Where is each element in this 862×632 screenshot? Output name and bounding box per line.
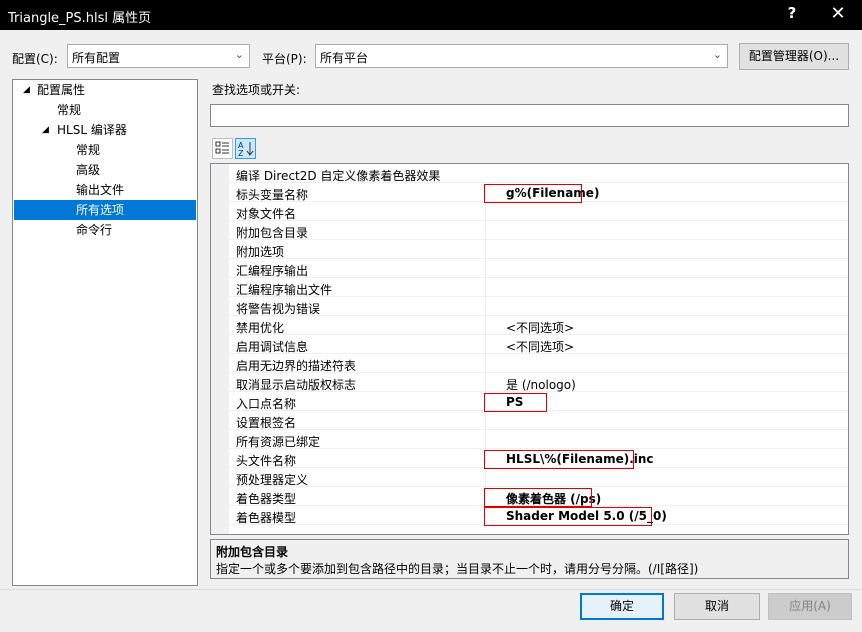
apply-button: 应用(A): [768, 593, 852, 620]
tree-item-advanced[interactable]: 高级: [76, 160, 100, 180]
property-row[interactable]: 对象文件名: [229, 202, 848, 221]
property-name: 附加选项: [236, 245, 285, 259]
grid-gutter: [211, 164, 229, 534]
platform-label: 平台(P):: [262, 52, 307, 66]
property-value[interactable]: <不同选项>: [506, 338, 574, 355]
property-name: 将警告视为错误: [236, 302, 321, 316]
expanded-triangle-icon[interactable]: ◢: [42, 125, 49, 135]
title-bar: Triangle_PS.hlsl 属性页 ? ✕: [0, 0, 862, 30]
property-grid: 编译 Direct2D 自定义像素着色器效果 标头变量名称 g%(Filename…: [210, 163, 849, 535]
property-value[interactable]: <不同选项>: [506, 319, 574, 336]
property-name: 附加包含目录: [236, 226, 309, 240]
property-tree: ◢ 配置属性 常规 ◢ HLSL 编译器 常规 高级 输出文件 所有选项 命令行: [12, 79, 198, 586]
tree-item-all-options[interactable]: 所有选项: [14, 200, 196, 220]
search-input[interactable]: [210, 104, 849, 127]
property-row[interactable]: 附加选项: [229, 240, 848, 259]
property-row[interactable]: 启用无边界的描述符表: [229, 354, 848, 373]
window-title: Triangle_PS.hlsl 属性页: [8, 11, 152, 26]
property-name: 着色器类型: [236, 492, 297, 506]
property-name: 禁用优化: [236, 321, 285, 335]
column-divider: [485, 335, 486, 354]
property-name: 取消显示启动版权标志: [236, 378, 357, 392]
property-name: 所有资源已绑定: [236, 435, 321, 449]
property-name: 预处理器定义: [236, 473, 309, 487]
highlight-box: [484, 393, 547, 412]
tree-item-output-files[interactable]: 输出文件: [76, 180, 124, 200]
column-divider: [485, 316, 486, 335]
svg-text:Z: Z: [238, 149, 244, 158]
property-row[interactable]: 汇编程序输出文件: [229, 278, 848, 297]
property-row[interactable]: 预处理器定义: [229, 468, 848, 487]
highlight-box: [484, 488, 592, 507]
config-dropdown[interactable]: 所有配置 ⌄: [67, 44, 250, 68]
tree-item-config-props[interactable]: 配置属性: [37, 80, 85, 100]
platform-dropdown[interactable]: 所有平台 ⌄: [315, 44, 728, 68]
highlight-box: [484, 507, 652, 526]
search-label: 查找选项或开关:: [212, 83, 301, 97]
column-divider: [485, 278, 486, 297]
column-divider: [485, 259, 486, 278]
property-row[interactable]: 所有资源已绑定: [229, 430, 848, 449]
column-divider: [485, 297, 486, 316]
property-row[interactable]: 汇编程序输出: [229, 259, 848, 278]
categorized-button[interactable]: [212, 138, 233, 159]
property-row[interactable]: 附加包含目录: [229, 221, 848, 240]
description-panel: 附加包含目录 指定一个或多个要添加到包含路径中的目录；当目录不止一个时，请用分号…: [210, 539, 849, 579]
property-name: 启用调试信息: [236, 340, 309, 354]
ok-button[interactable]: 确定: [580, 593, 664, 620]
footer-divider: [0, 589, 862, 590]
column-divider: [485, 202, 486, 221]
tree-item-general[interactable]: 常规: [57, 100, 81, 120]
tree-item-hlsl-general[interactable]: 常规: [76, 140, 100, 160]
description-text: 指定一个或多个要添加到包含路径中的目录；当目录不止一个时，请用分号分隔。(/I[…: [216, 562, 699, 576]
property-name: 对象文件名: [236, 207, 297, 221]
config-manager-button[interactable]: 配置管理器(O)...: [739, 43, 849, 70]
column-divider: [485, 468, 486, 487]
chevron-down-icon: ⌄: [712, 48, 722, 61]
property-name: 启用无边界的描述符表: [236, 359, 357, 373]
chevron-down-icon: ⌄: [234, 48, 244, 61]
config-value: 所有配置: [72, 51, 121, 65]
expanded-triangle-icon[interactable]: ◢: [23, 85, 30, 95]
property-row[interactable]: 取消显示启动版权标志 是 (/nologo): [229, 373, 848, 392]
column-divider: [485, 411, 486, 430]
highlight-box: [484, 184, 582, 203]
tree-item-hlsl-compiler[interactable]: HLSL 编译器: [57, 120, 127, 140]
platform-value: 所有平台: [320, 51, 369, 65]
help-button[interactable]: ?: [780, 4, 804, 26]
cancel-button[interactable]: 取消: [674, 593, 760, 620]
grid-category-header: 编译 Direct2D 自定义像素着色器效果: [229, 164, 848, 183]
tree-item-command-line[interactable]: 命令行: [76, 220, 112, 240]
property-name: 汇编程序输出文件: [236, 283, 333, 297]
close-button[interactable]: ✕: [826, 3, 850, 27]
property-name: 设置根签名: [236, 416, 297, 430]
property-row[interactable]: 启用调试信息 <不同选项>: [229, 335, 848, 354]
highlight-box: [484, 450, 634, 469]
alphabetical-button[interactable]: A Z: [235, 138, 256, 159]
property-name: 着色器模型: [236, 511, 297, 525]
property-name: 标头变量名称: [236, 188, 309, 202]
column-divider: [485, 354, 486, 373]
categorized-icon: [215, 141, 229, 154]
property-name: 入口点名称: [236, 397, 297, 411]
column-divider: [485, 240, 486, 259]
description-title: 附加包含目录: [216, 545, 289, 559]
column-divider: [485, 221, 486, 240]
property-row[interactable]: 将警告视为错误: [229, 297, 848, 316]
config-label: 配置(C):: [12, 52, 58, 66]
property-row[interactable]: 禁用优化 <不同选项>: [229, 316, 848, 335]
property-value[interactable]: 是 (/nologo): [506, 376, 576, 393]
sort-az-icon: A Z: [238, 141, 254, 158]
category-title: 编译 Direct2D 自定义像素着色器效果: [236, 169, 441, 183]
property-row[interactable]: 设置根签名: [229, 411, 848, 430]
property-name: 汇编程序输出: [236, 264, 309, 278]
column-divider: [485, 373, 486, 392]
property-name: 头文件名称: [236, 454, 297, 468]
column-divider: [485, 430, 486, 449]
